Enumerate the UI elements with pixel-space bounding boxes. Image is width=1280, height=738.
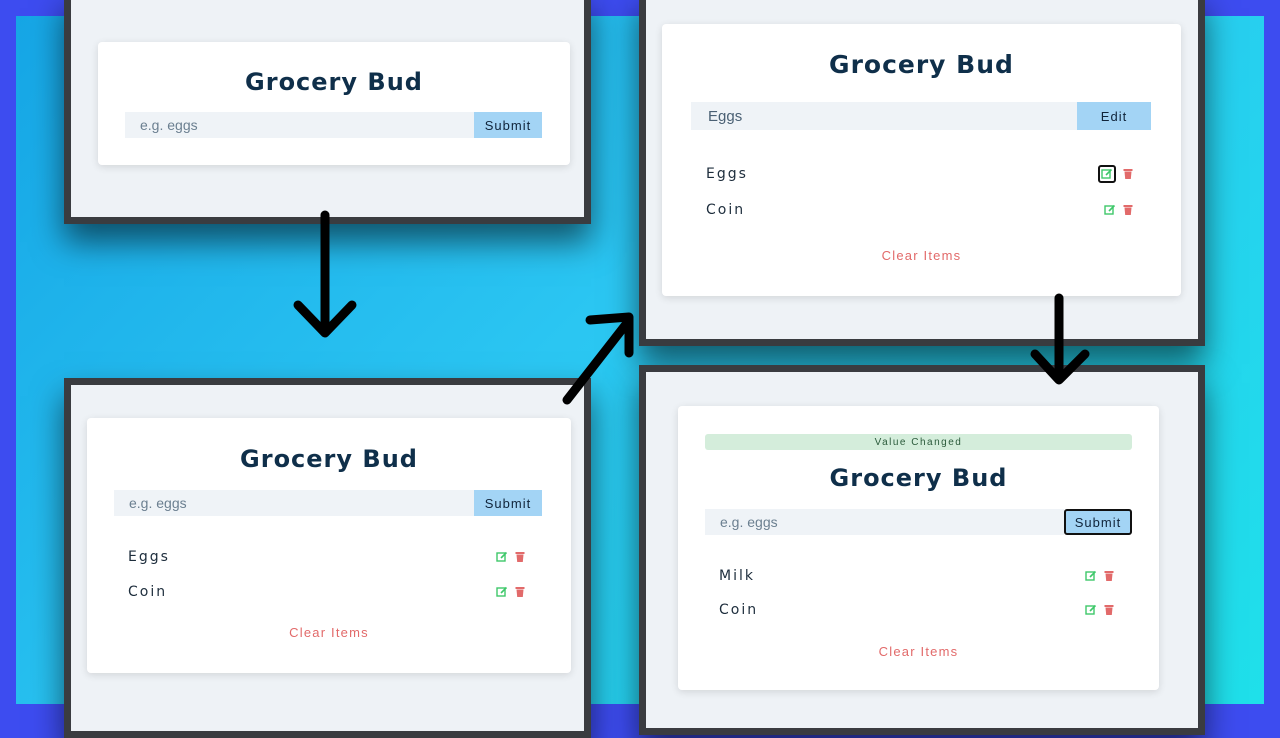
grocery-input[interactable]: e.g. eggs xyxy=(705,509,1064,535)
trash-icon[interactable] xyxy=(514,586,526,598)
edit-icon[interactable] xyxy=(1085,604,1097,616)
item-title: Milk xyxy=(719,568,755,584)
grocery-form: e.g. eggs Submit xyxy=(125,112,542,138)
trash-icon[interactable] xyxy=(1122,204,1134,216)
panel-2-card: Grocery Bud Eggs Edit Eggs Coin Clear It… xyxy=(662,24,1181,296)
edit-icon[interactable] xyxy=(496,586,508,598)
item-title: Coin xyxy=(706,202,746,218)
list-item: Coin xyxy=(706,202,1134,218)
submit-button[interactable]: Submit xyxy=(474,112,542,138)
clear-items-button[interactable]: Clear Items xyxy=(662,248,1181,263)
item-title: Coin xyxy=(719,602,759,618)
edit-button[interactable]: Edit xyxy=(1077,102,1151,130)
panel-1-card: Grocery Bud e.g. eggs Submit xyxy=(98,42,570,165)
grocery-input[interactable]: Eggs xyxy=(691,102,1077,130)
panel-3-frame: Grocery Bud e.g. eggs Submit Eggs Coin C… xyxy=(64,378,591,738)
panel-1-frame: Grocery Bud e.g. eggs Submit xyxy=(64,0,591,224)
page-title: Grocery Bud xyxy=(240,445,418,473)
trash-icon[interactable] xyxy=(1103,604,1115,616)
page-title: Grocery Bud xyxy=(829,464,1008,492)
panel-2-frame: Grocery Bud Eggs Edit Eggs Coin Clear It… xyxy=(639,0,1205,346)
grocery-form: e.g. eggs Submit xyxy=(705,509,1132,535)
grocery-input[interactable]: e.g. eggs xyxy=(114,490,474,516)
edit-button[interactable] xyxy=(1098,165,1116,183)
list-item: Eggs xyxy=(706,165,1134,183)
clear-items-button[interactable]: Clear Items xyxy=(678,644,1159,659)
arrow-icon xyxy=(562,312,634,405)
arrow-icon xyxy=(1030,293,1090,385)
list-item: Coin xyxy=(128,584,526,600)
grocery-form: Eggs Edit xyxy=(691,102,1151,130)
panel-4-card: Value Changed Grocery Bud e.g. eggs Subm… xyxy=(678,406,1159,690)
item-title: Eggs xyxy=(706,166,748,182)
item-title: Coin xyxy=(128,584,168,600)
edit-icon[interactable] xyxy=(496,551,508,563)
trash-icon[interactable] xyxy=(514,551,526,563)
submit-button[interactable]: Submit xyxy=(474,490,542,516)
page-title: Grocery Bud xyxy=(829,50,1014,79)
panel-4-frame: Value Changed Grocery Bud e.g. eggs Subm… xyxy=(639,365,1205,735)
item-title: Eggs xyxy=(128,549,170,565)
grocery-input[interactable]: e.g. eggs xyxy=(125,112,474,138)
clear-items-button[interactable]: Clear Items xyxy=(87,625,571,640)
edit-icon[interactable] xyxy=(1104,204,1116,216)
list-item: Coin xyxy=(719,602,1115,618)
list-item: Eggs xyxy=(128,549,526,565)
trash-icon[interactable] xyxy=(1103,570,1115,582)
panel-3-card: Grocery Bud e.g. eggs Submit Eggs Coin C… xyxy=(87,418,571,673)
alert-banner: Value Changed xyxy=(705,434,1132,450)
page-title: Grocery Bud xyxy=(245,68,423,96)
submit-button[interactable]: Submit xyxy=(1064,509,1132,535)
edit-icon xyxy=(1101,168,1113,179)
grocery-form: e.g. eggs Submit xyxy=(114,490,542,516)
list-item: Milk xyxy=(719,568,1115,584)
arrow-icon xyxy=(293,210,357,338)
trash-icon[interactable] xyxy=(1122,168,1134,180)
edit-icon[interactable] xyxy=(1085,570,1097,582)
